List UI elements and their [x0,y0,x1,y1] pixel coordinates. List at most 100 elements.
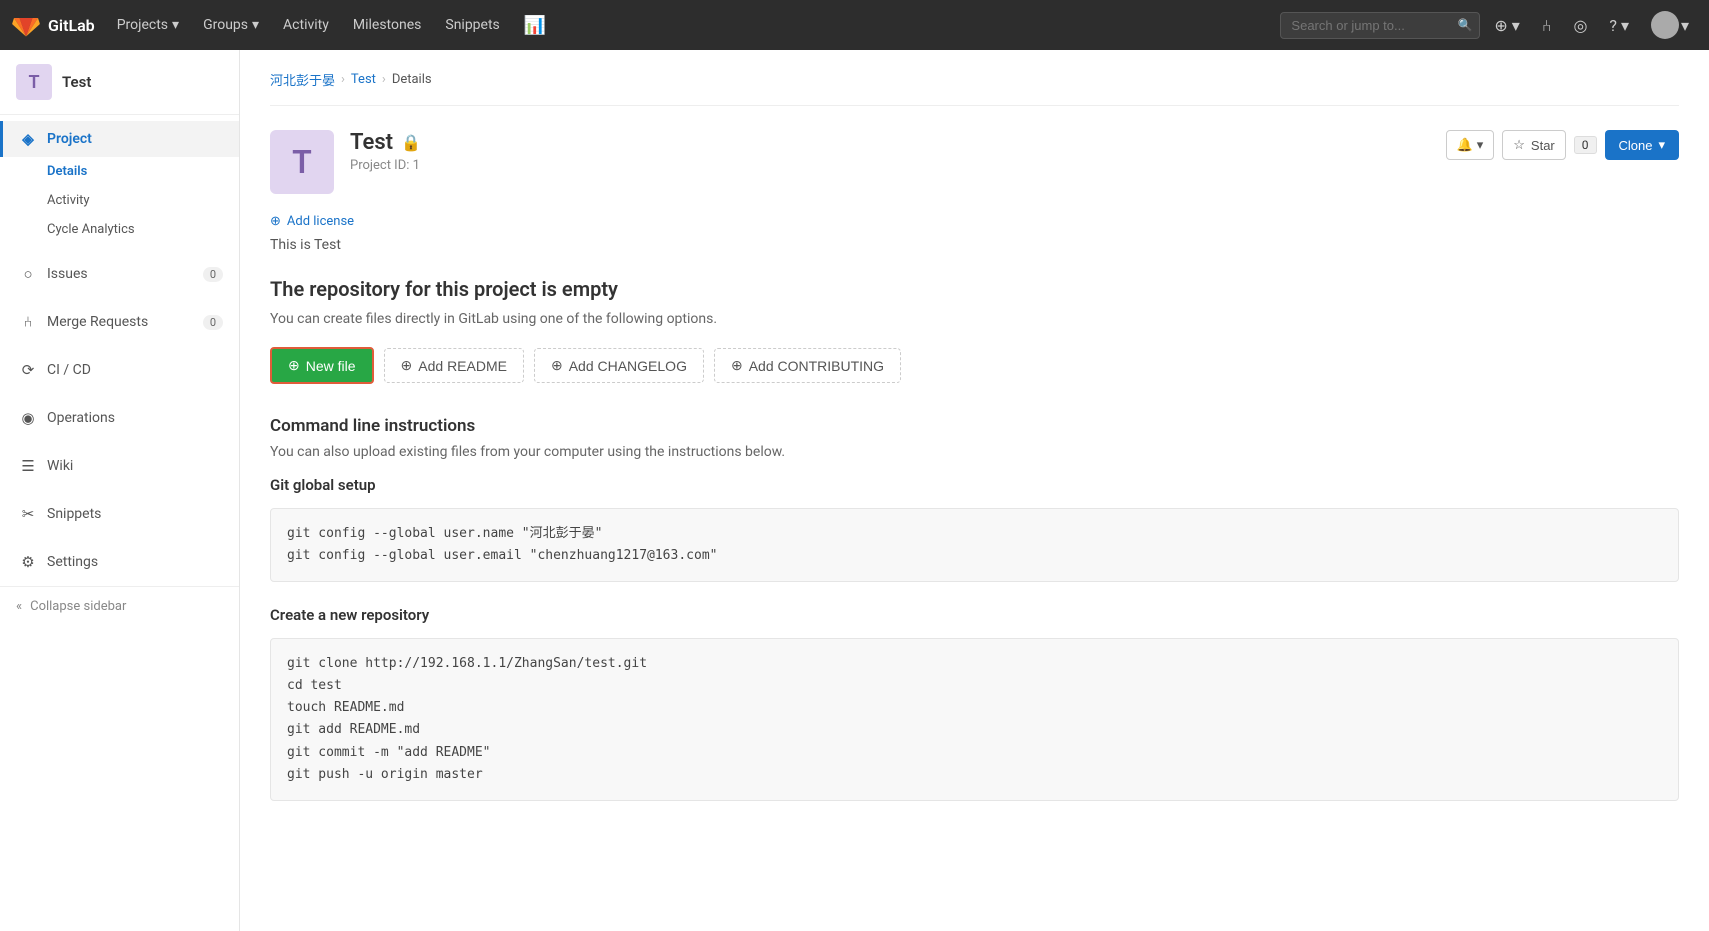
lock-icon: 🔒 [401,133,421,152]
add-license-icon: ⊕ [270,214,281,229]
issues-sidebar-icon: ○ [19,265,37,283]
nav-activity[interactable]: Activity [273,11,339,39]
nav-groups[interactable]: Groups ▾ [193,11,269,39]
breadcrumb-current: Details [392,72,432,87]
add-changelog-icon: ⊕ [551,357,563,374]
project-icon: ◈ [19,130,37,148]
git-global-setup-code: git config --global user.name "河北彭于晏" gi… [270,508,1679,582]
new-file-button[interactable]: ⊕ New file [270,347,374,384]
sidebar-item-snippets[interactable]: ✂ Snippets [0,496,239,532]
sidebar-item-operations-label: Operations [47,410,115,426]
empty-repo-description: You can create files directly in GitLab … [270,311,1679,327]
wiki-icon: ☰ [19,457,37,475]
collapse-sidebar-button[interactable]: « Collapse sidebar [0,586,239,626]
clone-label: Clone [1619,138,1653,153]
sidebar-item-merge-requests[interactable]: ⑃ Merge Requests 0 [0,304,239,340]
add-license-link[interactable]: ⊕ Add license [270,214,1679,229]
sidebar-item-project[interactable]: ◈ Project [0,121,239,157]
merge-requests-sidebar-icon: ⑃ [19,313,37,331]
cicd-icon: ⟳ [19,361,37,379]
add-readme-label: Add README [418,358,507,374]
nav-projects[interactable]: Projects ▾ [107,11,189,39]
user-avatar[interactable]: ▾ [1643,5,1697,45]
nav-milestones[interactable]: Milestones [343,11,432,39]
new-file-icon: ⊕ [288,357,300,374]
sidebar-project-name: Test [62,73,91,91]
create-repo-pre: git clone http://192.168.1.1/ZhangSan/te… [287,653,1662,786]
collapse-label: Collapse sidebar [30,599,126,614]
create-repo-code: git clone http://192.168.1.1/ZhangSan/te… [270,638,1679,801]
merge-requests-icon[interactable]: ⑃ [1534,10,1560,41]
add-license-label: Add license [287,214,354,229]
breadcrumb-org[interactable]: 河北彭于晏 [270,70,335,89]
notification-button[interactable]: 🔔 ▾ [1446,130,1495,160]
nav-snippets[interactable]: Snippets [435,11,509,39]
sidebar-section-operations: ◉ Operations [0,394,239,442]
breadcrumb-sep-2: › [382,72,386,87]
create-new-button[interactable]: ⊕ ▾ [1486,10,1527,41]
add-contributing-icon: ⊕ [731,357,743,374]
snippets-sidebar-icon: ✂ [19,505,37,523]
merge-requests-badge: 0 [203,315,223,330]
command-line-desc: You can also upload existing files from … [270,444,1679,460]
nav-right-area: 🔍 ⊕ ▾ ⑃ ◎ ? ▾ ▾ [1280,5,1697,45]
sidebar-item-issues[interactable]: ○ Issues 0 [0,256,239,292]
empty-repo-title: The repository for this project is empty [270,277,1679,301]
clone-dropdown-arrow: ▾ [1658,137,1665,153]
star-count: 0 [1574,136,1597,154]
search-icon: 🔍 [1457,18,1472,32]
add-contributing-button[interactable]: ⊕ Add CONTRIBUTING [714,348,901,383]
sidebar-item-merge-label: Merge Requests [47,314,148,330]
create-repo-title: Create a new repository [270,606,1679,624]
sidebar-item-settings[interactable]: ⚙ Settings [0,544,239,580]
settings-icon: ⚙ [19,553,37,571]
sidebar-item-wiki[interactable]: ☰ Wiki [0,448,239,484]
avatar-image [1651,11,1679,39]
sidebar-section-project: ◈ Project Details Activity Cycle Analyti… [0,115,239,250]
project-actions: 🔔 ▾ ☆ Star 0 Clone ▾ [1446,130,1679,160]
new-file-label: New file [306,358,356,374]
search-wrapper: 🔍 [1280,12,1480,39]
breadcrumb-project[interactable]: Test [351,72,376,87]
project-avatar: T [270,130,334,194]
add-readme-button[interactable]: ⊕ Add README [384,348,524,383]
add-contributing-label: Add CONTRIBUTING [749,358,884,374]
star-icon: ☆ [1513,137,1525,153]
sidebar-section-cicd: ⟳ CI / CD [0,346,239,394]
project-name: Test [350,130,393,155]
project-title: Test 🔒 [350,130,421,155]
sidebar-subitem-activity[interactable]: Activity [0,186,239,215]
project-info: T Test 🔒 Project ID: 1 [270,130,421,194]
git-global-setup-title: Git global setup [270,476,1679,494]
notification-dropdown-arrow: ▾ [1477,137,1484,153]
top-navigation: GitLab Projects ▾ Groups ▾ Activity Mile… [0,0,1709,50]
sidebar-project-avatar: T [16,64,52,100]
sidebar-subitem-details[interactable]: Details [0,157,239,186]
sidebar-item-operations[interactable]: ◉ Operations [0,400,239,436]
sidebar-item-wiki-label: Wiki [47,458,73,474]
help-icon[interactable]: ? ▾ [1601,10,1637,41]
sidebar-subitem-cycle-analytics[interactable]: Cycle Analytics [0,215,239,244]
sidebar-section-snippets: ✂ Snippets [0,490,239,538]
star-button[interactable]: ☆ Star [1502,130,1566,160]
sidebar-item-cicd[interactable]: ⟳ CI / CD [0,352,239,388]
sidebar-item-issues-label: Issues [47,266,88,282]
sidebar-section-issues: ○ Issues 0 [0,250,239,298]
breadcrumb: 河北彭于晏 › Test › Details [270,70,1679,106]
brand-name: GitLab [48,16,95,35]
add-changelog-button[interactable]: ⊕ Add CHANGELOG [534,348,704,383]
clone-button[interactable]: Clone ▾ [1605,130,1680,160]
project-id: Project ID: 1 [350,158,421,173]
sidebar-section-settings: ⚙ Settings [0,538,239,586]
search-input[interactable] [1280,12,1480,39]
sidebar-section-wiki: ☰ Wiki [0,442,239,490]
project-meta: Test 🔒 Project ID: 1 [350,130,421,173]
add-readme-icon: ⊕ [401,357,413,374]
file-action-buttons: ⊕ New file ⊕ Add README ⊕ Add CHANGELOG … [270,347,1679,384]
sidebar-item-snippets-label: Snippets [47,506,101,522]
gitlab-brand[interactable]: GitLab [12,11,95,39]
project-header: T Test 🔒 Project ID: 1 🔔 ▾ ☆ Star [270,130,1679,194]
sidebar: T Test ◈ Project Details Activity Cycle … [0,50,240,931]
issues-icon[interactable]: ◎ [1565,10,1595,41]
nav-chart-icon[interactable]: 📊 [514,9,556,42]
